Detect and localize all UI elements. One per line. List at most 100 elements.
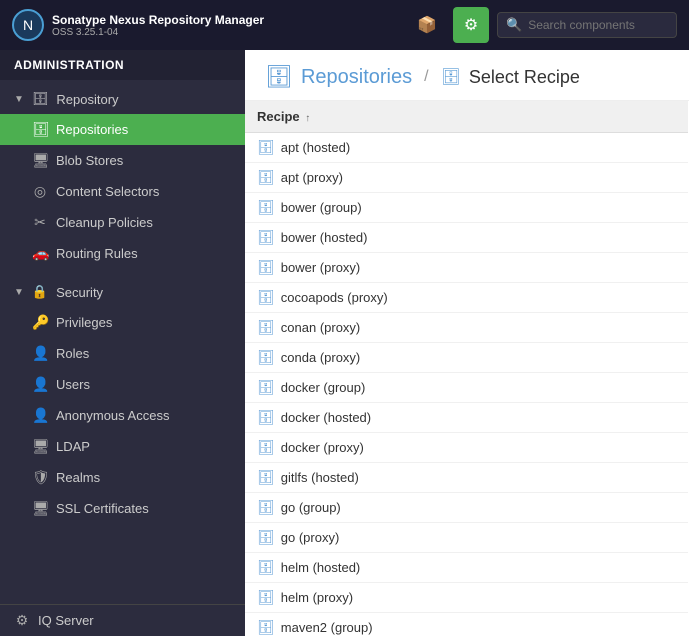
table-row[interactable]: 🗄 bower (proxy)	[245, 253, 688, 283]
roles-icon: 👤	[32, 345, 48, 362]
table-row[interactable]: 🗄go (proxy)	[245, 523, 688, 553]
sidebar-item-iq-server[interactable]: ⚙ IQ Server	[0, 605, 245, 636]
ldap-icon: 🖥	[32, 438, 48, 455]
table-row[interactable]: 🗄go (group)	[245, 493, 688, 523]
content-header: 🗄 Repositories / 🗄 Select Recipe	[245, 50, 689, 101]
sidebar-item-roles[interactable]: 👤 Roles	[0, 338, 245, 369]
sidebar-item-cleanup-policies-label: Cleanup Policies	[56, 215, 153, 230]
sidebar-item-users[interactable]: 👤 Users	[0, 369, 245, 400]
blob-stores-icon: 🖥	[32, 152, 48, 169]
realms-icon: 🛡	[32, 469, 48, 486]
table-row[interactable]: 🗄 conan (proxy)	[245, 313, 688, 343]
recipe-name: maven2 (group)	[281, 620, 373, 635]
app-title: Sonatype Nexus Repository Manager	[52, 13, 264, 27]
sidebar-item-routing-rules-label: Routing Rules	[56, 246, 138, 261]
row-db-icon: 🗄	[257, 379, 275, 395]
logo-icon: N	[12, 9, 44, 41]
sidebar-item-blob-stores[interactable]: 🖥 Blob Stores	[0, 145, 245, 176]
recipe-column-label: Recipe	[257, 109, 300, 124]
table-row[interactable]: 🗄docker (proxy)	[245, 433, 688, 463]
sidebar-group-title-security[interactable]: ▼ 🔒 Security	[0, 277, 245, 307]
sidebar-item-content-selectors[interactable]: ◎ Content Selectors	[0, 176, 245, 207]
sidebar-item-cleanup-policies[interactable]: ✂ Cleanup Policies	[0, 207, 245, 238]
sidebar-item-ssl-certificates[interactable]: 🖥 SSL Certificates	[0, 493, 245, 524]
recipe-name: go (group)	[281, 500, 341, 515]
row-db-icon: 🗄	[257, 259, 275, 275]
table-row[interactable]: 🗄 apt (proxy)	[245, 163, 688, 193]
row-db-icon: 🗄	[257, 319, 275, 335]
row-db-icon: 🗄	[257, 229, 275, 245]
recipe-name: docker (group)	[281, 380, 366, 395]
sidebar-group-title-repository[interactable]: ▼ 🗄 Repository	[0, 84, 245, 114]
sidebar-item-ldap-label: LDAP	[56, 439, 90, 454]
sidebar-item-anonymous-access[interactable]: 👤 Anonymous Access	[0, 400, 245, 431]
sidebar-item-routing-rules[interactable]: 🚗 Routing Rules	[0, 238, 245, 269]
sidebar-bottom: ⚙ IQ Server	[0, 604, 245, 636]
recipe-name: helm (hosted)	[281, 560, 360, 575]
sidebar-item-realms[interactable]: 🛡 Realms	[0, 462, 245, 493]
content-area: 🗄 Repositories / 🗄 Select Recipe Recipe …	[245, 50, 689, 636]
sidebar-item-ssl-label: SSL Certificates	[56, 501, 149, 516]
table-row[interactable]: 🗄cocoapods (proxy)	[245, 283, 688, 313]
row-db-icon: 🗄	[257, 409, 275, 425]
sub-page-icon: 🗄	[441, 67, 461, 87]
gear-icon-btn[interactable]: ⚙	[453, 7, 489, 43]
privileges-icon: 🔑	[32, 314, 48, 331]
sidebar: Administration ▼ 🗄 Repository 🗄 Reposito…	[0, 50, 245, 636]
arrow-down-icon: ▼	[14, 94, 24, 105]
row-db-icon: 🗄	[257, 619, 275, 635]
sidebar-item-content-selectors-label: Content Selectors	[56, 184, 159, 199]
group-icon-repository: 🗄	[32, 91, 49, 107]
table-row[interactable]: 🗄 docker (group)	[245, 373, 688, 403]
package-icon-btn[interactable]: 📦	[409, 7, 445, 43]
users-icon: 👤	[32, 376, 48, 393]
routing-rules-icon: 🚗	[32, 245, 48, 262]
table-header-row: Recipe ↑	[245, 101, 688, 133]
recipe-column-header[interactable]: Recipe ↑	[245, 101, 688, 133]
recipe-name: helm (proxy)	[281, 590, 353, 605]
table-row[interactable]: 🗄 docker (hosted)	[245, 403, 688, 433]
recipe-name: docker (hosted)	[281, 410, 371, 425]
recipe-name: bower (proxy)	[281, 260, 360, 275]
row-db-icon: 🗄	[257, 169, 275, 185]
breadcrumb-separator: /	[424, 68, 428, 86]
table-row[interactable]: 🗄helm (proxy)	[245, 583, 688, 613]
ssl-icon: 🖥	[32, 500, 48, 517]
sort-asc-icon: ↑	[305, 113, 310, 124]
table-row[interactable]: 🗄apt (hosted)	[245, 133, 688, 163]
recipe-name: conan (proxy)	[281, 320, 360, 335]
header-icons: 📦 ⚙ 🔍	[409, 7, 677, 43]
main-layout: Administration ▼ 🗄 Repository 🗄 Reposito…	[0, 50, 689, 636]
table-row[interactable]: 🗄 helm (hosted)	[245, 553, 688, 583]
row-db-icon: 🗄	[257, 469, 275, 485]
row-db-icon: 🗄	[257, 529, 275, 545]
row-db-icon: 🗄	[257, 559, 275, 575]
sidebar-item-blob-stores-label: Blob Stores	[56, 153, 123, 168]
page-title: Repositories	[301, 66, 412, 89]
search-icon: 🔍	[506, 17, 522, 33]
recipe-name: apt (hosted)	[281, 140, 350, 155]
sidebar-item-anonymous-access-label: Anonymous Access	[56, 408, 169, 423]
table-row[interactable]: 🗄 maven2 (group)	[245, 613, 688, 636]
recipe-name: cocoapods (proxy)	[281, 290, 388, 305]
recipe-name: apt (proxy)	[281, 170, 343, 185]
sidebar-section-title: Administration	[0, 50, 245, 80]
table-row[interactable]: 🗄bower (group)	[245, 193, 688, 223]
table-row[interactable]: 🗄gitlfs (hosted)	[245, 463, 688, 493]
repositories-icon: 🗄	[32, 121, 48, 138]
sidebar-item-realms-label: Realms	[56, 470, 100, 485]
sidebar-item-ldap[interactable]: 🖥 LDAP	[0, 431, 245, 462]
table-row[interactable]: 🗄bower (hosted)	[245, 223, 688, 253]
search-bar: 🔍	[497, 12, 677, 38]
app-version: OSS 3.25.1-04	[52, 27, 264, 38]
repositories-page-icon: 🗄	[265, 64, 293, 90]
table-row[interactable]: 🗄conda (proxy)	[245, 343, 688, 373]
search-input[interactable]	[528, 18, 668, 32]
content-selectors-icon: ◎	[32, 183, 48, 200]
table-body: 🗄apt (hosted)🗄apt (proxy)🗄bower (group)🗄…	[245, 133, 688, 636]
recipe-table: Recipe ↑ 🗄apt (hosted)🗄apt (proxy)🗄bower…	[245, 101, 689, 636]
sidebar-item-privileges[interactable]: 🔑 Privileges	[0, 307, 245, 338]
group-icon-security: 🔒	[32, 284, 48, 300]
cleanup-policies-icon: ✂	[32, 214, 48, 231]
sidebar-item-repositories[interactable]: 🗄 Repositories	[0, 114, 245, 145]
